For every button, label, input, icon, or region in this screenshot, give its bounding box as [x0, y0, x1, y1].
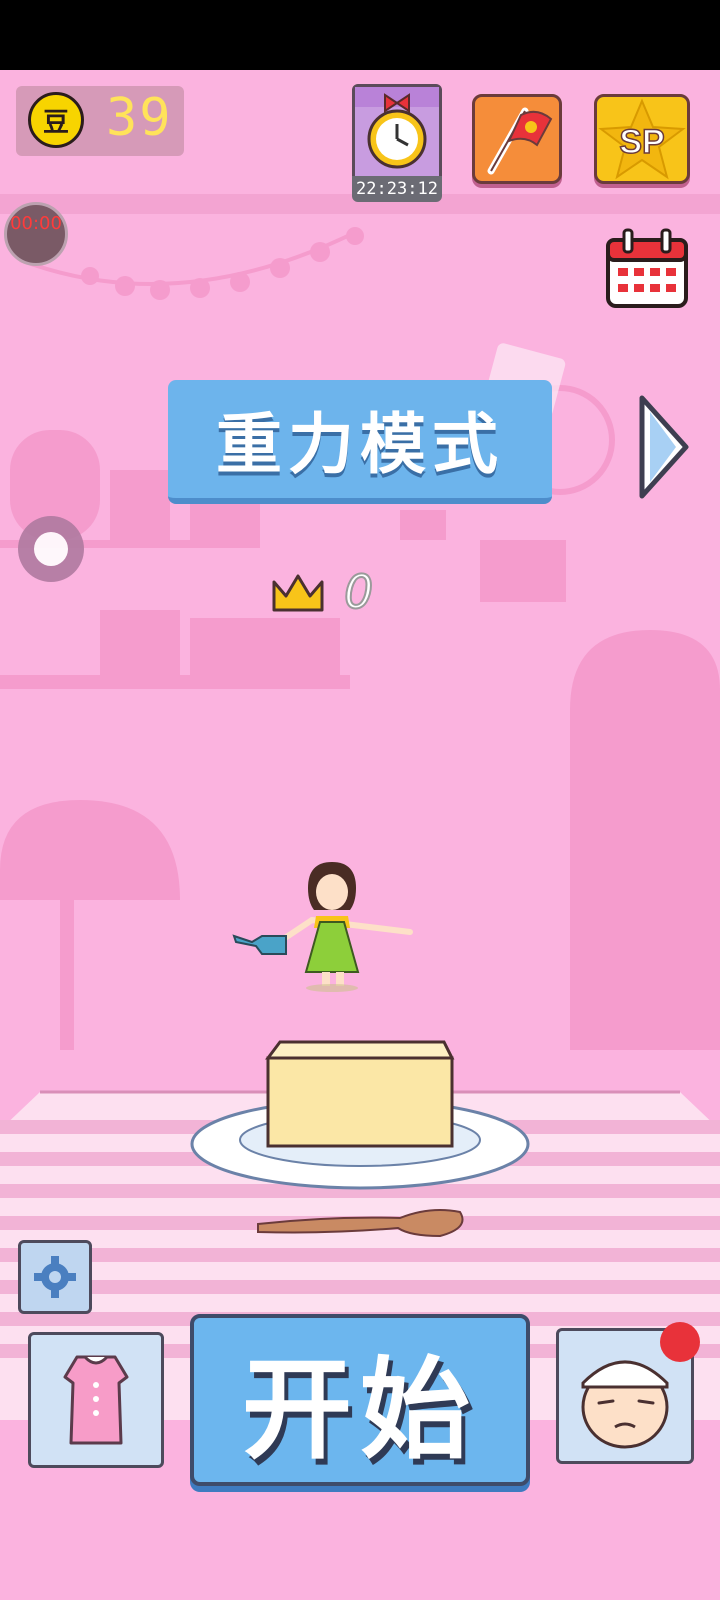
- next-mode-button[interactable]: [636, 392, 692, 502]
- sp-star-icon: SP: [598, 98, 686, 180]
- notification-badge: [660, 1322, 700, 1362]
- coin-icon: 豆: [28, 92, 84, 148]
- player-character: [232, 862, 413, 992]
- mode-title: 重力模式: [216, 406, 504, 483]
- flag-icon: [487, 107, 553, 175]
- sp-button[interactable]: SP: [594, 94, 690, 184]
- gear-icon: [34, 1256, 76, 1298]
- dress-icon: [63, 1355, 129, 1445]
- settings-button[interactable]: [18, 1240, 92, 1314]
- start-label: 开始: [242, 1346, 478, 1474]
- status-bar: [0, 0, 720, 70]
- mode-banner[interactable]: 重力模式: [168, 380, 552, 504]
- flag-button[interactable]: [472, 94, 562, 184]
- offer-countdown: 22:23:12: [352, 176, 442, 202]
- coin-symbol: 豆: [42, 107, 69, 138]
- floating-assist-button[interactable]: [18, 516, 84, 582]
- alarm-clock-icon: [355, 87, 439, 169]
- elapsed-timer[interactable]: 00:00: [4, 202, 68, 266]
- sp-label: SP: [619, 123, 664, 161]
- calendar-icon: [606, 228, 688, 308]
- calendar-button[interactable]: [604, 228, 690, 308]
- best-score-row: 0: [270, 562, 374, 622]
- next-arrow-icon: [639, 395, 689, 499]
- best-score: 0: [343, 564, 374, 620]
- game-scene: 豆 39 00:00 22:23:12 SP 重力模式 0 开始: [0, 70, 720, 1600]
- crown-icon: [272, 574, 324, 612]
- start-button[interactable]: 开始: [190, 1314, 530, 1486]
- costume-button[interactable]: [28, 1332, 164, 1468]
- coin-count: 39: [106, 88, 173, 148]
- coin-counter: 豆 39: [16, 86, 184, 156]
